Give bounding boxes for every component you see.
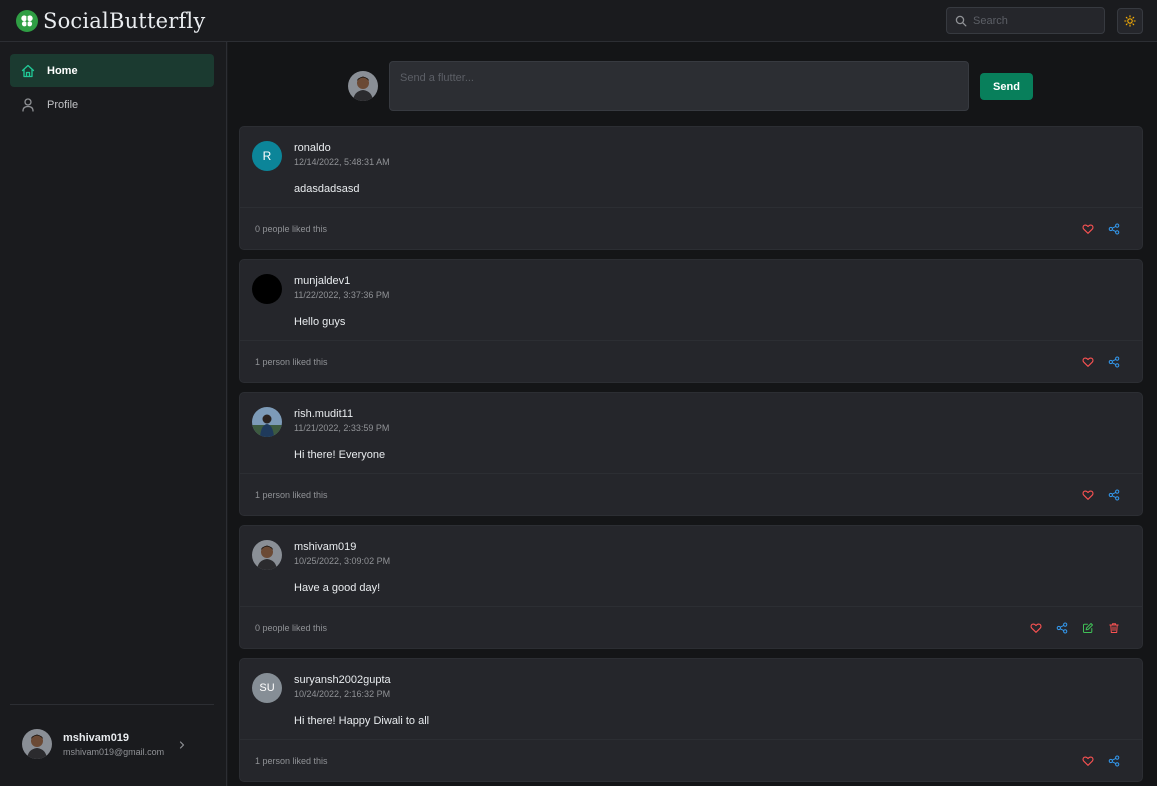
avatar bbox=[22, 729, 52, 759]
post-card: mshivam019 10/25/2022, 3:09:02 PM Have a… bbox=[239, 525, 1143, 649]
share-icon[interactable] bbox=[1056, 622, 1068, 634]
share-icon[interactable] bbox=[1108, 223, 1120, 235]
post-username[interactable]: munjaldev1 bbox=[294, 275, 350, 287]
butterfly-logo-icon bbox=[16, 9, 38, 32]
post-timestamp: 10/25/2022, 3:09:02 PM bbox=[294, 556, 391, 566]
heart-icon[interactable] bbox=[1082, 223, 1094, 235]
post-username[interactable]: rish.mudit11 bbox=[294, 408, 353, 420]
edit-icon[interactable] bbox=[1082, 622, 1094, 634]
post-username[interactable]: ronaldo bbox=[294, 142, 331, 154]
trash-icon[interactable] bbox=[1108, 622, 1120, 634]
avatar[interactable]: SU bbox=[252, 673, 282, 703]
avatar[interactable]: R bbox=[252, 141, 282, 171]
user-name: mshivam019 bbox=[63, 731, 130, 744]
post-timestamp: 11/21/2022, 2:33:59 PM bbox=[294, 423, 390, 433]
home-icon bbox=[20, 63, 36, 79]
user-icon bbox=[20, 97, 36, 113]
post-timestamp: 11/22/2022, 3:37:36 PM bbox=[294, 290, 390, 300]
avatar[interactable] bbox=[252, 274, 282, 304]
sidebar-divider bbox=[10, 704, 214, 705]
post-text: Hi there! Everyone bbox=[294, 449, 386, 461]
post-likes-count: 0 people liked this bbox=[255, 623, 328, 633]
post-divider bbox=[240, 739, 1142, 740]
post-card: SU suryansh2002gupta 10/24/2022, 2:16:32… bbox=[239, 658, 1143, 782]
current-user-card[interactable]: mshivam019 mshivam019@gmail.com bbox=[10, 720, 214, 768]
brand[interactable]: SocialButterfly bbox=[16, 9, 205, 33]
sidebar: Home Profile mshivam019 mshivam019@gmail… bbox=[0, 42, 227, 786]
main-feed: Send R ronaldo 12/14/2022, 5:48:31 AM ad… bbox=[228, 42, 1157, 786]
avatar[interactable] bbox=[252, 540, 282, 570]
avatar bbox=[348, 71, 378, 101]
post-input[interactable] bbox=[390, 62, 968, 110]
post-timestamp: 12/14/2022, 5:48:31 AM bbox=[294, 157, 390, 167]
post-likes-count: 0 people liked this bbox=[255, 224, 328, 234]
post-composer[interactable] bbox=[389, 61, 969, 111]
share-icon[interactable] bbox=[1108, 489, 1120, 501]
post-divider bbox=[240, 340, 1142, 341]
user-email: mshivam019@gmail.com bbox=[63, 746, 165, 757]
send-button[interactable]: Send bbox=[980, 73, 1033, 100]
post-likes-count: 1 person liked this bbox=[255, 490, 328, 500]
post-card: munjaldev1 11/22/2022, 3:37:36 PM Hello … bbox=[239, 259, 1143, 383]
heart-icon[interactable] bbox=[1082, 489, 1094, 501]
post-text: Hi there! Happy Diwali to all bbox=[294, 715, 430, 727]
post-likes-count: 1 person liked this bbox=[255, 756, 328, 766]
sidebar-item-label: Profile bbox=[47, 98, 79, 111]
search-box[interactable] bbox=[946, 7, 1105, 34]
post-text: Have a good day! bbox=[294, 582, 381, 594]
theme-toggle-button[interactable] bbox=[1117, 8, 1143, 34]
post-username[interactable]: suryansh2002gupta bbox=[294, 674, 391, 686]
heart-icon[interactable] bbox=[1082, 356, 1094, 368]
post-text: Hello guys bbox=[294, 316, 346, 328]
search-input[interactable] bbox=[973, 14, 1093, 27]
sidebar-item-profile[interactable]: Profile bbox=[10, 88, 214, 121]
heart-icon[interactable] bbox=[1030, 622, 1042, 634]
share-icon[interactable] bbox=[1108, 356, 1120, 368]
post-timestamp: 10/24/2022, 2:16:32 PM bbox=[294, 689, 391, 699]
brand-name: SocialButterfly bbox=[43, 8, 206, 33]
avatar[interactable] bbox=[252, 407, 282, 437]
chevron-right-icon bbox=[178, 737, 186, 755]
post-card: R ronaldo 12/14/2022, 5:48:31 AM adasdad… bbox=[239, 126, 1143, 250]
post-text: adasdadsasd bbox=[294, 183, 360, 195]
post-divider bbox=[240, 606, 1142, 607]
post-username[interactable]: mshivam019 bbox=[294, 541, 356, 553]
search-icon bbox=[955, 15, 967, 26]
sidebar-item-label: Home bbox=[47, 64, 78, 77]
post-card: rish.mudit11 11/21/2022, 2:33:59 PM Hi t… bbox=[239, 392, 1143, 516]
sun-icon bbox=[1124, 15, 1136, 27]
post-divider bbox=[240, 207, 1142, 208]
sidebar-item-home[interactable]: Home bbox=[10, 54, 214, 87]
post-likes-count: 1 person liked this bbox=[255, 357, 328, 367]
heart-icon[interactable] bbox=[1082, 755, 1094, 767]
share-icon[interactable] bbox=[1108, 755, 1120, 767]
post-divider bbox=[240, 473, 1142, 474]
top-header: SocialButterfly bbox=[0, 0, 1157, 42]
